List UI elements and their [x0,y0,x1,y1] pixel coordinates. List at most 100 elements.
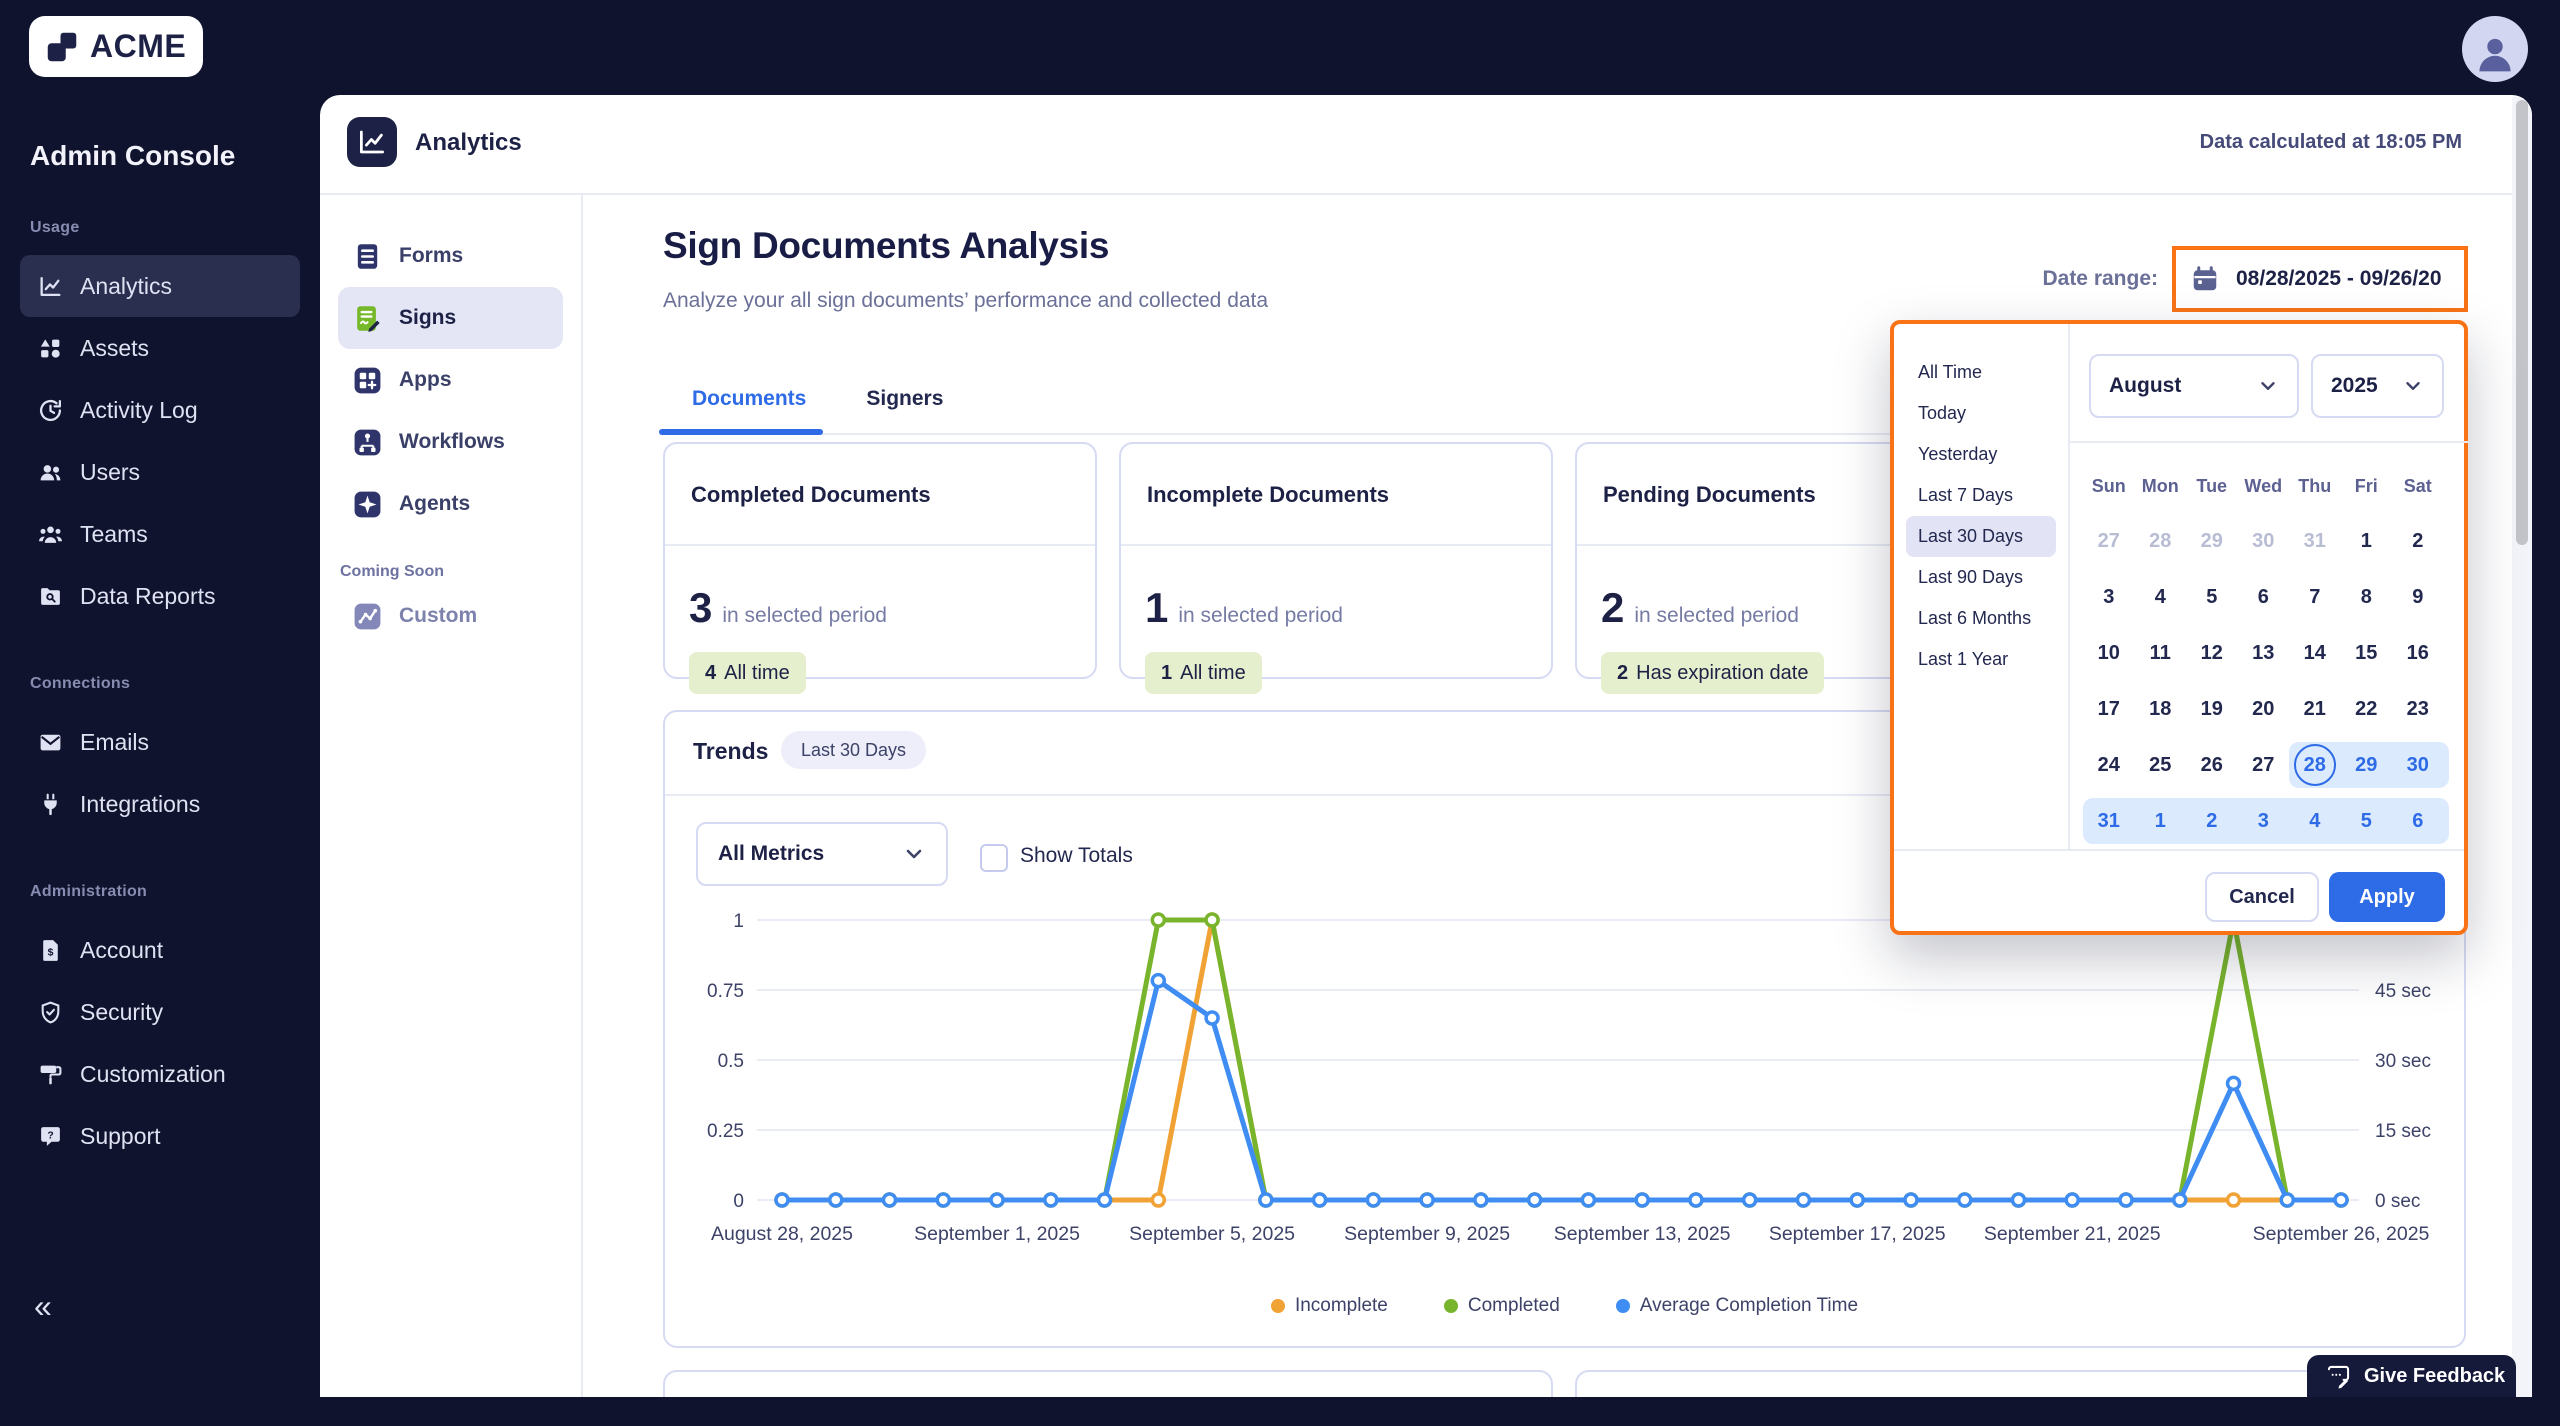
calendar-day[interactable]: 20 [2238,686,2290,732]
calendar-day[interactable]: 5 [2341,798,2393,844]
data-point-average-completion-time[interactable] [1849,1192,1865,1208]
calendar-day[interactable]: 25 [2135,742,2187,788]
sidebar-item-account[interactable]: $ Account [20,919,300,981]
calendar-day[interactable]: 4 [2135,574,2187,620]
calendar-day[interactable]: 9 [2392,574,2444,620]
date-range-input[interactable]: 08/28/2025 - 09/26/20 [2172,246,2468,312]
calendar-day[interactable]: 22 [2341,686,2393,732]
data-point-average-completion-time[interactable] [2172,1192,2188,1208]
calendar-day[interactable]: 27 [2083,518,2135,564]
data-point-completed[interactable] [1150,912,1167,928]
sidebar-item-activity-log[interactable]: Activity Log [20,379,300,441]
data-point-completed[interactable] [1204,912,1220,928]
calendar-day[interactable]: 27 [2238,742,2290,788]
sidebar-item-users[interactable]: Users [20,441,300,503]
data-point-average-completion-time[interactable] [1258,1192,1274,1208]
data-point-average-completion-time[interactable] [774,1192,790,1208]
calendar-day[interactable]: 6 [2238,574,2290,620]
data-point-incomplete[interactable] [2225,1192,2242,1208]
tab-signers[interactable]: Signers [866,387,943,425]
give-feedback-button[interactable]: Give Feedback [2307,1355,2516,1397]
subnav-item-workflows[interactable]: Workflows [338,411,563,473]
sidebar-item-data-reports[interactable]: Data Reports [20,565,300,627]
calendar-day[interactable]: 19 [2186,686,2238,732]
sidebar-item-support[interactable]: ? Support [20,1105,300,1167]
calendar-day[interactable]: 24 [2083,742,2135,788]
preset-last-1-year[interactable]: Last 1 Year [1906,639,2056,680]
calendar-day[interactable]: 15 [2341,630,2393,676]
data-point-average-completion-time[interactable] [1150,972,1167,989]
data-point-average-completion-time[interactable] [1688,1192,1704,1208]
data-point-average-completion-time[interactable] [1473,1192,1489,1208]
preset-last-90-days[interactable]: Last 90 Days [1906,557,2056,598]
preset-yesterday[interactable]: Yesterday [1906,434,2056,475]
data-point-average-completion-time[interactable] [2010,1192,2027,1208]
calendar-day[interactable]: 3 [2238,798,2290,844]
data-point-average-completion-time[interactable] [2279,1192,2296,1208]
cancel-button[interactable]: Cancel [2205,872,2319,922]
calendar-day[interactable]: 7 [2289,574,2341,620]
data-point-average-completion-time[interactable] [1795,1192,1812,1208]
calendar-day[interactable]: 31 [2083,798,2135,844]
data-point-average-completion-time[interactable] [2333,1192,2349,1208]
calendar-day[interactable]: 13 [2238,630,2290,676]
calendar-day[interactable]: 28 [2289,742,2341,788]
subnav-item-apps[interactable]: Apps [338,349,563,411]
data-point-average-completion-time[interactable] [1634,1192,1650,1208]
calendar-day[interactable]: 30 [2392,742,2444,788]
show-totals-checkbox[interactable] [980,844,1008,872]
sidebar-item-emails[interactable]: Emails [20,711,300,773]
metric-filter-select[interactable]: All Metrics [696,822,948,886]
calendar-day[interactable]: 16 [2392,630,2444,676]
calendar-day[interactable]: 21 [2289,686,2341,732]
data-point-average-completion-time[interactable] [1311,1192,1328,1208]
sidebar-item-integrations[interactable]: Integrations [20,773,300,835]
data-point-average-completion-time[interactable] [1204,1010,1220,1026]
calendar-day[interactable]: 17 [2083,686,2135,732]
preset-today[interactable]: Today [1906,393,2056,434]
calendar-day[interactable]: 30 [2238,518,2290,564]
data-point-average-completion-time[interactable] [828,1192,844,1208]
data-point-average-completion-time[interactable] [1096,1192,1113,1208]
sidebar-item-security[interactable]: Security [20,981,300,1043]
year-select[interactable]: 2025 [2311,354,2444,418]
calendar-day[interactable]: 2 [2186,798,2238,844]
data-point-average-completion-time[interactable] [1365,1192,1382,1208]
calendar-day[interactable]: 28 [2135,518,2187,564]
preset-last-30-days[interactable]: Last 30 Days [1906,516,2056,557]
data-point-average-completion-time[interactable] [989,1192,1005,1208]
data-point-average-completion-time[interactable] [1903,1192,1919,1208]
calendar-day[interactable]: 4 [2289,798,2341,844]
sidebar-item-assets[interactable]: Assets [20,317,300,379]
calendar-day[interactable]: 18 [2135,686,2187,732]
data-point-average-completion-time[interactable] [1741,1192,1758,1208]
data-point-average-completion-time[interactable] [2118,1192,2134,1208]
subnav-item-agents[interactable]: Agents [338,473,563,535]
calendar-day[interactable]: 26 [2186,742,2238,788]
data-point-average-completion-time[interactable] [881,1192,898,1208]
data-point-average-completion-time[interactable] [935,1192,952,1208]
calendar-day[interactable]: 14 [2289,630,2341,676]
calendar-day[interactable]: 23 [2392,686,2444,732]
sidebar-collapse-icon[interactable]: « [34,1290,52,1322]
calendar-day[interactable]: 3 [2083,574,2135,620]
calendar-day[interactable]: 1 [2341,518,2393,564]
data-point-average-completion-time[interactable] [1956,1192,1973,1208]
calendar-day[interactable]: 2 [2392,518,2444,564]
scrollbar-thumb[interactable] [2516,100,2528,545]
calendar-day[interactable]: 31 [2289,518,2341,564]
subnav-item-forms[interactable]: Forms [338,225,563,287]
data-point-average-completion-time[interactable] [1043,1192,1059,1208]
apply-button[interactable]: Apply [2329,872,2445,922]
calendar-day[interactable]: 29 [2341,742,2393,788]
data-point-average-completion-time[interactable] [1419,1192,1435,1208]
calendar-day[interactable]: 10 [2083,630,2135,676]
calendar-day[interactable]: 29 [2186,518,2238,564]
calendar-day[interactable]: 11 [2135,630,2187,676]
user-avatar[interactable] [2462,16,2528,82]
subnav-item-signs[interactable]: Signs [338,287,563,349]
calendar-day[interactable]: 6 [2392,798,2444,844]
tab-documents[interactable]: Documents [692,387,806,425]
subnav-item-custom[interactable]: Custom [338,585,563,647]
sidebar-item-customization[interactable]: Customization [20,1043,300,1105]
